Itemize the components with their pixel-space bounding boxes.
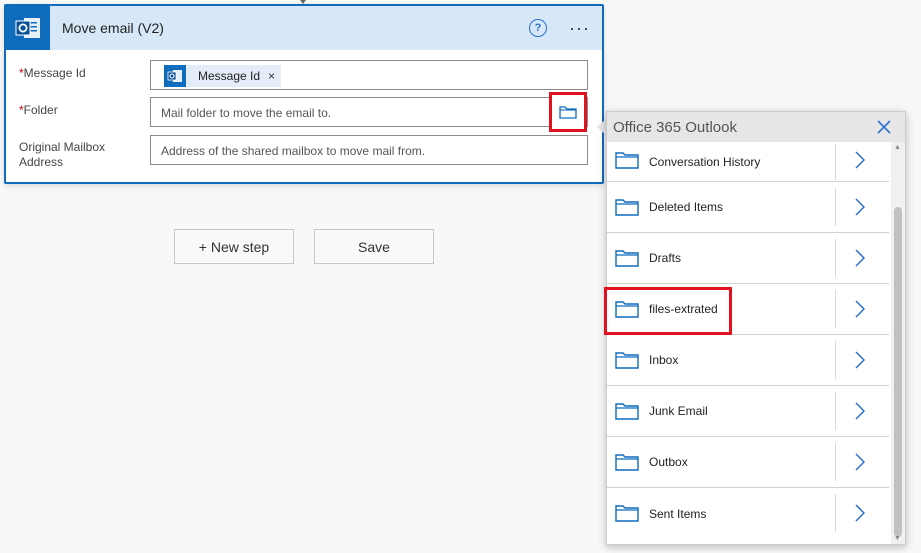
- picker-header: Office 365 Outlook: [607, 112, 905, 142]
- item-separator: [835, 341, 836, 379]
- chevron-right-icon[interactable]: [855, 198, 865, 216]
- folder-icon: [615, 403, 639, 420]
- folder-item-label: Junk Email: [649, 404, 708, 418]
- folder-label-text: Folder: [23, 103, 58, 117]
- scroll-up-arrow-icon[interactable]: ▲: [894, 144, 901, 151]
- folder-placeholder: Mail folder to move the email to.: [161, 106, 332, 120]
- close-icon[interactable]: [877, 120, 891, 134]
- folder-icon: [615, 301, 639, 318]
- chevron-right-icon[interactable]: [855, 300, 865, 318]
- folder-picker-button[interactable]: [549, 92, 587, 132]
- folder-item-label: Drafts: [649, 251, 682, 265]
- outlook-icon: [164, 65, 186, 87]
- outlook-icon: [6, 6, 50, 50]
- chevron-right-icon[interactable]: [855, 504, 865, 522]
- more-options-icon[interactable]: ···: [569, 19, 590, 37]
- item-separator: [835, 494, 836, 532]
- folder-item-junk-email[interactable]: Junk Email: [607, 386, 889, 437]
- folder-icon: [615, 250, 639, 267]
- folder-item-inbox[interactable]: Inbox: [607, 335, 889, 386]
- token-remove-icon[interactable]: ×: [268, 69, 275, 83]
- folder-item-label: Sent Items: [649, 506, 707, 521]
- folder-item-label: Outbox: [649, 455, 688, 469]
- folder-item-deleted-items[interactable]: Deleted Items: [607, 182, 889, 233]
- folder-item-outbox[interactable]: Outbox: [607, 437, 889, 488]
- chevron-right-icon[interactable]: [855, 402, 865, 420]
- folder-icon: [615, 454, 639, 471]
- folder-item-label: Inbox: [649, 353, 679, 367]
- folder-icon: [615, 199, 639, 216]
- folder-item-conversation-history[interactable]: Conversation History: [607, 142, 889, 182]
- item-separator: [835, 290, 836, 328]
- item-separator: [835, 188, 836, 226]
- card-title: Move email (V2): [62, 20, 164, 36]
- message-id-field[interactable]: Message Id ×: [150, 60, 588, 90]
- folder-icon: [615, 352, 639, 369]
- folder-item-label: files-extrated: [649, 302, 718, 316]
- message-id-token[interactable]: Message Id ×: [164, 65, 282, 87]
- message-id-label-text: Message Id: [23, 66, 86, 80]
- folder-icon: [615, 505, 639, 522]
- move-email-action-card: Move email (V2) ? ··· *Message Id Messag…: [4, 4, 604, 184]
- folder-item-label: Deleted Items: [649, 200, 724, 214]
- item-separator: [835, 392, 836, 430]
- folder-item-files-extrated[interactable]: files-extrated: [607, 284, 889, 335]
- folder-input[interactable]: Mail folder to move the email to.: [150, 92, 588, 132]
- item-separator: [835, 144, 836, 180]
- scrollbar-thumb[interactable]: [894, 207, 902, 537]
- mailbox-label-line2: Address: [19, 155, 64, 169]
- folder-item-drafts[interactable]: Drafts: [607, 233, 889, 284]
- picker-title: Office 365 Outlook: [613, 118, 737, 136]
- mailbox-label: Original Mailbox Address: [19, 140, 105, 170]
- chevron-right-icon[interactable]: [855, 249, 865, 267]
- mailbox-address-input[interactable]: Address of the shared mailbox to move ma…: [150, 135, 588, 165]
- picker-scrollbar[interactable]: ▲ ▼: [891, 142, 905, 544]
- folder-item-label: Conversation History: [649, 154, 761, 169]
- mailbox-placeholder: Address of the shared mailbox to move ma…: [161, 144, 426, 158]
- scroll-down-arrow-icon[interactable]: ▼: [894, 535, 901, 542]
- chevron-right-icon[interactable]: [855, 351, 865, 369]
- item-separator: [835, 239, 836, 277]
- message-id-label: *Message Id: [19, 66, 86, 81]
- item-separator: [835, 443, 836, 481]
- mailbox-label-line1: Original Mailbox: [19, 140, 106, 154]
- help-icon[interactable]: ?: [529, 19, 548, 37]
- save-button[interactable]: Save: [314, 229, 434, 264]
- new-step-button[interactable]: + New step: [174, 229, 294, 264]
- folder-icon: [615, 152, 639, 169]
- folder-item-sent-items[interactable]: Sent Items: [607, 488, 889, 539]
- chevron-right-icon[interactable]: [855, 453, 865, 471]
- folder-list: Conversation History Deleted Items Draft…: [607, 142, 889, 544]
- token-label: Message Id: [198, 69, 261, 83]
- card-header[interactable]: Move email (V2) ? ···: [6, 6, 602, 50]
- folder-label: *Folder: [19, 103, 58, 118]
- chevron-right-icon[interactable]: [855, 151, 865, 169]
- folder-picker-panel: Office 365 Outlook Conversation History …: [606, 111, 906, 545]
- folder-icon: [559, 106, 577, 119]
